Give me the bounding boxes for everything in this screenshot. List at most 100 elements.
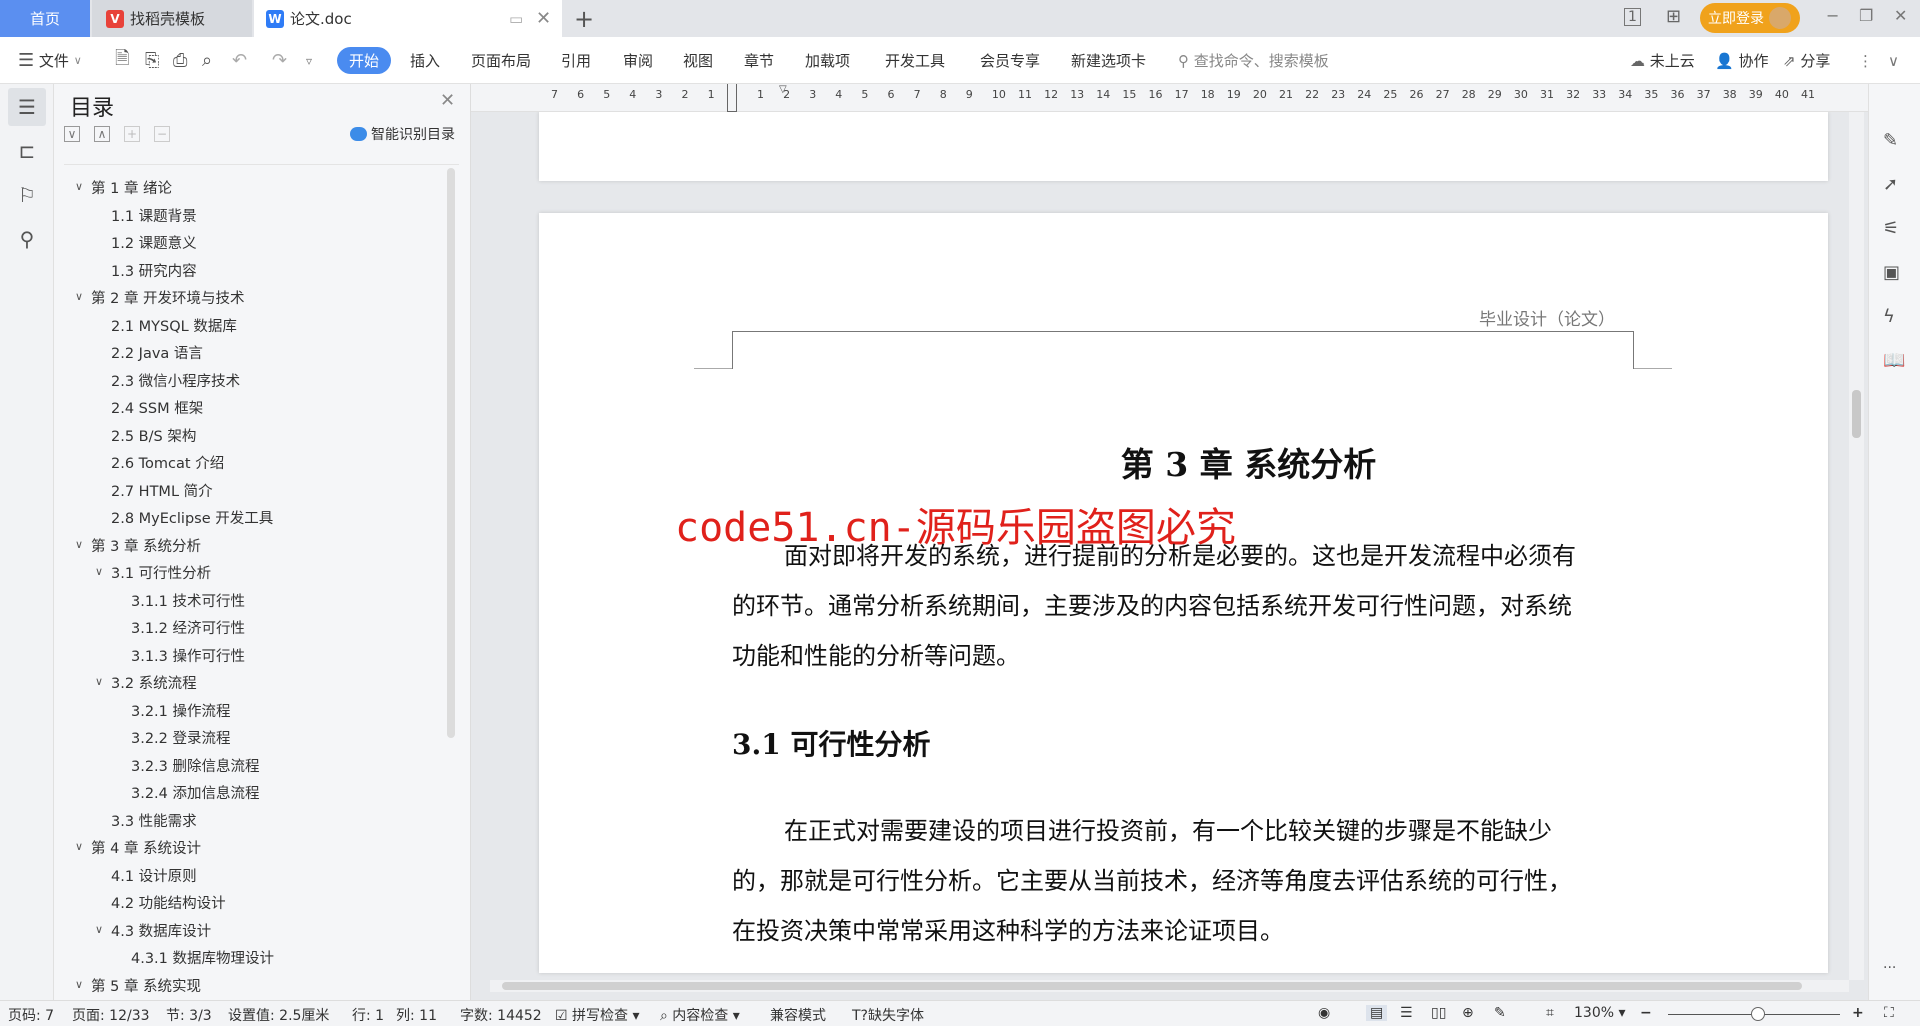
toc-item[interactable]: 4.1 设计原则 — [111, 865, 197, 886]
outline-view-icon[interactable]: ☰ — [1400, 1005, 1413, 1021]
toc-item[interactable]: 3.1.3 操作可行性 — [131, 645, 245, 666]
toc-item[interactable]: 2.3 微信小程序技术 — [111, 370, 240, 391]
zoom-slider-handle[interactable] — [1751, 1007, 1765, 1021]
toc-item[interactable]: 3.1.2 经济可行性 — [131, 617, 245, 638]
status-page-number[interactable]: 页码: 7 — [8, 1005, 54, 1025]
menu-addons[interactable]: 加载项 — [805, 37, 850, 84]
left-indent-marker[interactable] — [727, 84, 737, 112]
toc-item[interactable]: 1.2 课题意义 — [111, 232, 197, 253]
expand-all-icon[interactable]: ∨ — [64, 126, 80, 142]
write-view-icon[interactable]: ✎ — [1494, 1005, 1506, 1021]
toc-item[interactable]: 第 5 章 系统实现 — [91, 975, 201, 996]
share-button[interactable]: ⇗ 分享 — [1783, 37, 1830, 84]
toc-item[interactable]: 4.2 功能结构设计 — [111, 892, 226, 913]
toc-item[interactable]: 3.1.1 技术可行性 — [131, 590, 245, 611]
toc-expand-icon[interactable]: ∨ — [95, 923, 103, 936]
image-tool-icon[interactable]: ▣ — [1883, 262, 1900, 283]
status-setting[interactable]: 设置值: 2.5厘米 — [228, 1005, 329, 1025]
toc-item[interactable]: 第 3 章 系统分析 — [91, 535, 201, 556]
menu-view[interactable]: 视图 — [683, 37, 713, 84]
collab-button[interactable]: 👤 协作 — [1715, 37, 1768, 84]
fullscreen-icon[interactable]: ⛶ — [1884, 1005, 1894, 1021]
menu-developer[interactable]: 开发工具 — [885, 37, 945, 84]
toc-item[interactable]: 4.3 数据库设计 — [111, 920, 211, 941]
spell-check-button[interactable]: ☑ 拼写检查 ▾ — [555, 1005, 640, 1025]
cloud-button[interactable]: ☁ 未上云 — [1630, 37, 1695, 84]
demote-icon[interactable]: − — [154, 126, 170, 142]
toc-item[interactable]: 3.2 系统流程 — [111, 672, 197, 693]
toc-scrollbar[interactable] — [447, 168, 455, 738]
horizontal-scroll-thumb[interactable] — [502, 982, 1802, 990]
smart-toc-button[interactable]: 智能识别目录 — [350, 124, 455, 144]
toc-item[interactable]: 第 4 章 系统设计 — [91, 837, 201, 858]
status-word-count[interactable]: 字数: 14452 — [460, 1005, 542, 1025]
toc-item[interactable]: 1.3 研究内容 — [111, 260, 197, 281]
apps-grid-icon[interactable]: ⊞ — [1666, 6, 1681, 27]
toc-expand-icon[interactable]: ∨ — [75, 538, 83, 551]
menu-insert[interactable]: 插入 — [410, 37, 440, 84]
book-icon[interactable]: 📖 — [1883, 350, 1905, 371]
export-pdf-icon[interactable]: ⎘ — [145, 37, 159, 84]
toc-expand-icon[interactable]: ∨ — [75, 290, 83, 303]
compat-mode[interactable]: 兼容模式 — [770, 1005, 826, 1025]
file-menu[interactable]: ☰ 文件 ∨ — [18, 37, 82, 84]
toc-item[interactable]: 2.5 B/S 架构 — [111, 425, 196, 446]
edit-pen-icon[interactable]: ✎ — [1883, 130, 1898, 151]
toc-item[interactable]: 4.3.1 数据库物理设计 — [131, 947, 274, 968]
restore-button[interactable]: ❐ — [1859, 6, 1873, 25]
new-tab-button[interactable]: + — [574, 0, 594, 37]
toc-item[interactable]: 3.2.1 操作流程 — [131, 700, 231, 721]
save-icon[interactable]: 🗎 — [115, 37, 129, 84]
close-tab-icon[interactable]: ✕ — [536, 8, 551, 29]
adjust-icon[interactable]: ⚟ — [1883, 218, 1899, 239]
toc-expand-icon[interactable]: ∨ — [75, 180, 83, 193]
toc-item[interactable]: 第 1 章 绪论 — [91, 177, 172, 198]
structure-icon[interactable]: ⊏ — [8, 132, 46, 170]
menu-member[interactable]: 会员专享 — [980, 37, 1040, 84]
undo-icon[interactable]: ↶ — [232, 37, 247, 84]
menu-new-tab[interactable]: 新建选项卡 — [1071, 37, 1146, 84]
zoom-level[interactable]: 130% ▾ — [1574, 1005, 1626, 1021]
print-preview-icon[interactable]: ⌕ — [202, 37, 212, 84]
collapse-ribbon-icon[interactable]: ∨ — [1888, 37, 1899, 84]
toc-item[interactable]: 2.2 Java 语言 — [111, 342, 203, 363]
minimize-button[interactable]: − — [1826, 6, 1839, 25]
collapse-all-icon[interactable]: ∧ — [94, 126, 110, 142]
first-line-indent-marker[interactable]: ▽ — [779, 84, 787, 95]
missing-font-button[interactable]: T?缺失字体 — [852, 1005, 924, 1025]
toc-item[interactable]: 3.2.2 登录流程 — [131, 727, 231, 748]
select-cursor-icon[interactable]: ➚ — [1883, 174, 1898, 195]
status-row[interactable]: 行: 1 — [352, 1005, 384, 1025]
status-col[interactable]: 列: 11 — [396, 1005, 437, 1025]
tab-document[interactable]: W 论文.doc ▭ ✕ — [254, 0, 562, 37]
redo-icon[interactable]: ↷ — [272, 37, 287, 84]
pin-icon[interactable]: ▭ — [509, 10, 523, 28]
menu-start[interactable]: 开始 — [337, 37, 392, 84]
zoom-in-button[interactable]: + — [1852, 1005, 1864, 1021]
vertical-scroll-thumb[interactable] — [1852, 390, 1861, 438]
vertical-scrollbar[interactable] — [1849, 112, 1864, 980]
menu-references[interactable]: 引用 — [561, 37, 591, 84]
toc-item[interactable]: 3.3 性能需求 — [111, 810, 197, 831]
command-search[interactable]: ⚲ 查找命令、搜索模板 — [1178, 37, 1329, 84]
status-section[interactable]: 节: 3/3 — [166, 1005, 212, 1025]
toc-expand-icon[interactable]: ∨ — [95, 675, 103, 688]
promote-icon[interactable]: + — [124, 126, 140, 142]
bookmark-icon[interactable]: ⚐ — [8, 176, 46, 214]
tab-home[interactable]: 首页 — [0, 0, 90, 37]
toc-item[interactable]: 2.1 MYSQL 数据库 — [111, 315, 237, 336]
web-view-icon[interactable]: ⊕ — [1462, 1005, 1474, 1021]
toc-expand-icon[interactable]: ∨ — [75, 840, 83, 853]
toc-item[interactable]: 2.4 SSM 框架 — [111, 397, 203, 418]
quick-access-dropdown-icon[interactable]: ▿ — [306, 37, 312, 84]
status-pages[interactable]: 页面: 12/33 — [72, 1005, 150, 1025]
eye-protect-icon[interactable]: ◉ — [1318, 1005, 1330, 1021]
layout-icon[interactable]: 1 — [1624, 8, 1641, 26]
close-window-button[interactable]: ✕ — [1894, 6, 1907, 25]
toc-item[interactable]: 1.1 课题背景 — [111, 205, 197, 226]
login-button[interactable]: 立即登录 — [1700, 3, 1800, 33]
toc-item[interactable]: 2.6 Tomcat 介绍 — [111, 452, 224, 473]
toc-item[interactable]: 2.8 MyEclipse 开发工具 — [111, 507, 273, 528]
find-icon[interactable]: ⚲ — [8, 220, 46, 258]
toc-expand-icon[interactable]: ∨ — [75, 978, 83, 991]
